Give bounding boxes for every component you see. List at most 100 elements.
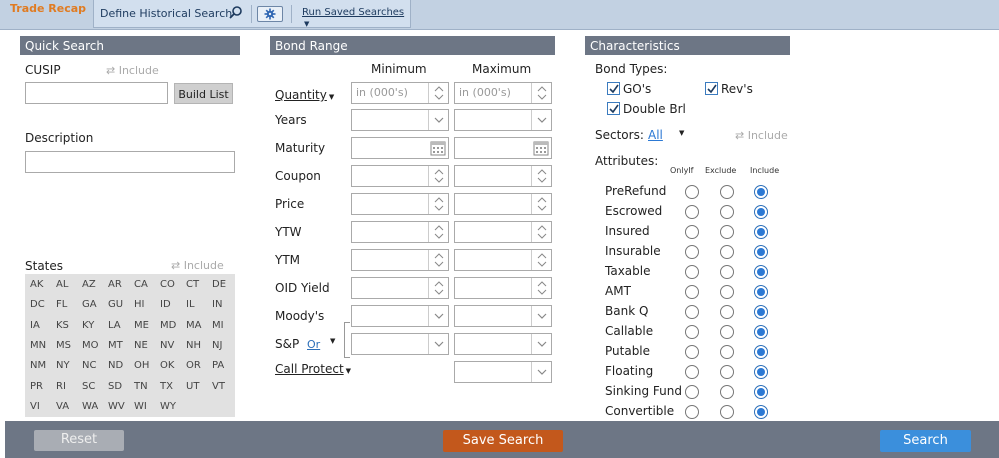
price-max-field[interactable]	[454, 193, 552, 215]
spinner-icon[interactable]	[531, 250, 551, 270]
state-option[interactable]: ND	[108, 360, 123, 371]
quantity-max-field[interactable]: in (000's)	[454, 82, 552, 104]
ytm-min-field[interactable]	[351, 249, 449, 271]
state-option[interactable]: AR	[108, 279, 122, 290]
calendar-icon[interactable]	[428, 138, 448, 158]
spinner-icon[interactable]	[428, 83, 448, 103]
spinner-icon[interactable]	[428, 250, 448, 270]
state-option[interactable]: IA	[30, 320, 40, 331]
state-option[interactable]: TN	[134, 381, 148, 392]
cusip-input[interactable]	[25, 82, 168, 104]
gos-checkbox[interactable]	[607, 82, 620, 95]
attribute-onlyif-radio[interactable]	[685, 365, 699, 379]
attribute-include-radio[interactable]	[754, 385, 768, 399]
attribute-onlyif-radio[interactable]	[685, 285, 699, 299]
attribute-exclude-radio[interactable]	[720, 205, 734, 219]
call-protect-label[interactable]: Call Protect ▼	[275, 362, 351, 376]
attribute-exclude-radio[interactable]	[720, 245, 734, 259]
attribute-include-radio[interactable]	[754, 185, 768, 199]
attribute-exclude-radio[interactable]	[720, 225, 734, 239]
sp-or-toggle[interactable]: Or	[307, 338, 320, 351]
state-option[interactable]: WY	[160, 401, 176, 412]
ytm-max-field[interactable]	[454, 249, 552, 271]
cusip-include-toggle[interactable]: ⇄ Include	[106, 64, 159, 77]
state-option[interactable]: KS	[56, 320, 69, 331]
define-historical-search-link[interactable]: Define Historical Search	[100, 7, 232, 20]
attribute-include-radio[interactable]	[754, 365, 768, 379]
attribute-onlyif-radio[interactable]	[685, 385, 699, 399]
attribute-onlyif-radio[interactable]	[685, 225, 699, 239]
attribute-exclude-radio[interactable]	[720, 305, 734, 319]
maturity-max-field[interactable]	[454, 137, 552, 159]
price-min-field[interactable]	[351, 193, 449, 215]
attribute-exclude-radio[interactable]	[720, 385, 734, 399]
chevron-down-icon[interactable]	[531, 362, 551, 382]
oid-yield-max-field[interactable]	[454, 277, 552, 299]
search-icon[interactable]	[228, 5, 244, 21]
state-option[interactable]: PR	[30, 381, 43, 392]
chevron-down-icon[interactable]	[531, 334, 551, 354]
state-option[interactable]: WA	[82, 401, 98, 412]
years-min-field[interactable]	[351, 109, 449, 131]
state-option[interactable]: WV	[108, 401, 125, 412]
moodys-max-field[interactable]	[454, 305, 552, 327]
attribute-onlyif-radio[interactable]	[685, 205, 699, 219]
calendar-icon[interactable]	[531, 138, 551, 158]
state-option[interactable]: DC	[30, 299, 45, 310]
state-option[interactable]: MO	[82, 340, 99, 351]
sp-min-field[interactable]	[351, 333, 449, 355]
state-option[interactable]: GA	[82, 299, 97, 310]
state-option[interactable]: SD	[108, 381, 122, 392]
chevron-down-icon[interactable]	[428, 334, 448, 354]
reset-button[interactable]: Reset	[34, 430, 124, 451]
state-option[interactable]: RI	[56, 381, 66, 392]
state-option[interactable]: VA	[56, 401, 69, 412]
state-option[interactable]: LA	[108, 320, 121, 331]
state-option[interactable]: CA	[134, 279, 148, 290]
chevron-down-icon[interactable]	[428, 306, 448, 326]
attribute-include-radio[interactable]	[754, 265, 768, 279]
attribute-include-radio[interactable]	[754, 345, 768, 359]
run-saved-searches-menu[interactable]: Run Saved Searches ▼	[302, 7, 410, 29]
attribute-exclude-radio[interactable]	[720, 285, 734, 299]
oid-yield-min-field[interactable]	[351, 277, 449, 299]
state-option[interactable]: CT	[186, 279, 199, 290]
state-option[interactable]: OR	[186, 360, 201, 371]
attribute-exclude-radio[interactable]	[720, 265, 734, 279]
state-option[interactable]: TX	[160, 381, 173, 392]
attribute-onlyif-radio[interactable]	[685, 265, 699, 279]
states-include-toggle[interactable]: ⇄ Include	[171, 259, 224, 272]
state-option[interactable]: MD	[160, 320, 176, 331]
spinner-icon[interactable]	[428, 278, 448, 298]
attribute-include-radio[interactable]	[754, 245, 768, 259]
sp-max-field[interactable]	[454, 333, 552, 355]
call-protect-max-field[interactable]	[454, 361, 552, 383]
spinner-icon[interactable]	[531, 83, 551, 103]
attribute-onlyif-radio[interactable]	[685, 185, 699, 199]
attribute-exclude-radio[interactable]	[720, 345, 734, 359]
state-option[interactable]: MT	[108, 340, 123, 351]
state-option[interactable]: MN	[30, 340, 46, 351]
state-option[interactable]: WI	[134, 401, 147, 412]
state-option[interactable]: AK	[30, 279, 43, 290]
state-option[interactable]: NH	[186, 340, 201, 351]
sectors-value-link[interactable]: All	[648, 128, 663, 142]
coupon-max-field[interactable]	[454, 165, 552, 187]
settings-button[interactable]	[257, 6, 283, 22]
search-button[interactable]: Search	[880, 430, 971, 452]
spinner-icon[interactable]	[531, 166, 551, 186]
attribute-include-radio[interactable]	[754, 325, 768, 339]
attribute-exclude-radio[interactable]	[720, 185, 734, 199]
attribute-onlyif-radio[interactable]	[685, 245, 699, 259]
attribute-exclude-radio[interactable]	[720, 365, 734, 379]
state-option[interactable]: NM	[30, 360, 46, 371]
maturity-min-field[interactable]	[351, 137, 449, 159]
state-option[interactable]: NV	[160, 340, 174, 351]
state-option[interactable]: KY	[82, 320, 94, 331]
sectors-include-toggle[interactable]: ⇄ Include	[735, 129, 788, 142]
spinner-icon[interactable]	[531, 194, 551, 214]
ytw-min-field[interactable]	[351, 221, 449, 243]
state-option[interactable]: IL	[186, 299, 195, 310]
chevron-down-icon[interactable]	[428, 110, 448, 130]
quantity-label[interactable]: Quantity ▼	[275, 88, 334, 102]
